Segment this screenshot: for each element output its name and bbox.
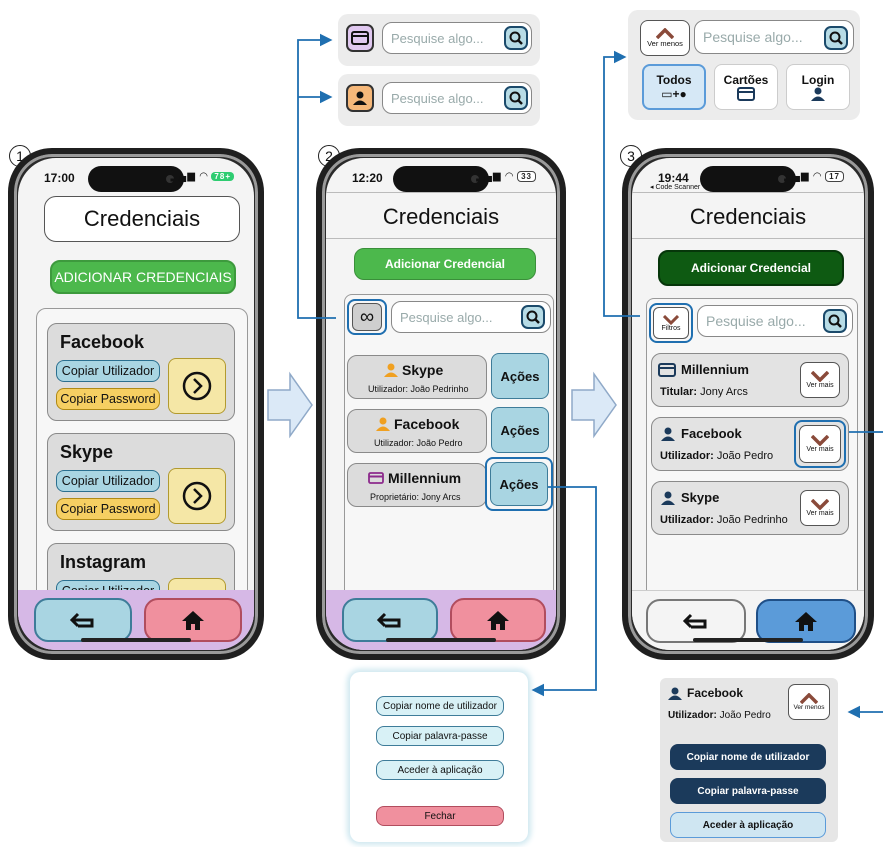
connector-lines bbox=[297, 33, 883, 719]
